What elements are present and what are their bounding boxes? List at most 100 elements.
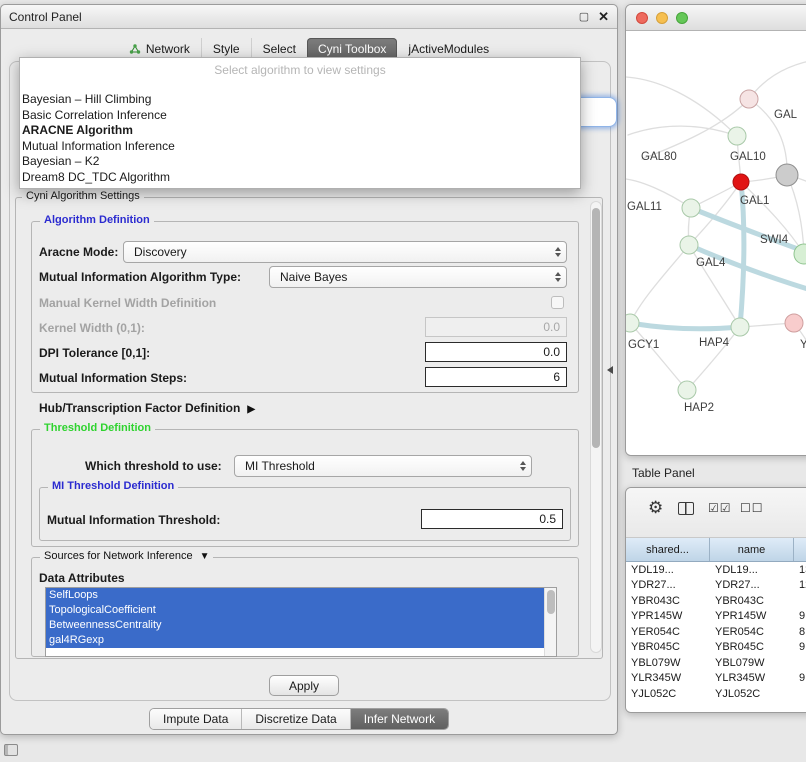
data-attribute-item[interactable]: SelfLoops [46, 588, 544, 603]
minimize-window-icon[interactable] [656, 12, 668, 24]
network-edge[interactable] [626, 77, 737, 136]
node-label: GAL11 [627, 201, 662, 213]
dpi-tolerance-field[interactable]: 0.0 [425, 342, 567, 362]
manual-kernel-width-label: Manual Kernel Width Definition [39, 296, 216, 310]
algorithm-option[interactable]: Bayesian – K2 [20, 154, 580, 170]
data-attribute-item[interactable]: gal4RGexp [46, 633, 544, 648]
cyni-algorithm-settings-title: Cyni Algorithm Settings [22, 190, 144, 202]
algorithm-option[interactable]: Bayesian – Hill Climbing [20, 92, 580, 108]
zoom-window-icon[interactable] [676, 12, 688, 24]
sources-toggle[interactable]: Sources for Network Inference▼ [40, 550, 213, 562]
table-header: shared... name [626, 538, 806, 562]
network-node[interactable] [678, 381, 696, 399]
network-node[interactable] [680, 236, 698, 254]
settings-scrollbar[interactable] [590, 201, 602, 653]
column-header-shared-name[interactable]: shared... [626, 538, 710, 561]
algorithm-dropdown-items: Bayesian – Hill ClimbingBasic Correlatio… [20, 92, 580, 185]
attributes-list-scrollbar[interactable] [544, 588, 556, 656]
network-edge[interactable] [628, 126, 737, 136]
kernel-width-field: 0.0 [425, 317, 567, 337]
combo-arrows-icon [555, 247, 561, 257]
table-row[interactable]: YDL19...YDL19...13 [626, 562, 806, 578]
float-panel-icon[interactable]: ▢ [579, 10, 589, 23]
network-node[interactable] [740, 90, 758, 108]
table-cell: YBL079W [710, 657, 794, 669]
close-window-icon[interactable] [636, 12, 648, 24]
node-label: GAL1 [740, 195, 769, 207]
network-node[interactable] [731, 318, 749, 336]
table-row[interactable]: YLR345WYLR345W9. [626, 671, 806, 687]
network-node[interactable] [785, 314, 803, 332]
node-label: GAL4 [696, 257, 725, 269]
aracne-mode-combobox[interactable]: Discovery [123, 241, 567, 263]
table-row[interactable]: YPR145WYPR145W9. [626, 609, 806, 625]
network-edge[interactable] [689, 245, 806, 296]
docked-window-icon[interactable] [4, 744, 18, 756]
attributes-scrollbar-thumb[interactable] [547, 590, 555, 614]
table-cell: YLR345W [626, 672, 710, 684]
settings-scrollbar-thumb[interactable] [592, 208, 600, 448]
table-cell: 8. [794, 626, 806, 638]
select-all-columns-icon[interactable]: ☑☑ [708, 501, 732, 515]
network-node[interactable] [626, 314, 639, 332]
data-attribute-item[interactable]: TopologicalCoefficient [46, 603, 544, 618]
tab-impute-data[interactable]: Impute Data [150, 709, 241, 729]
network-edge[interactable] [630, 323, 687, 390]
control-panel-title: Control Panel [9, 10, 82, 24]
hub-definition-toggle[interactable]: Hub/Transcription Factor Definition▶ [39, 401, 255, 415]
network-node[interactable] [682, 199, 700, 217]
table-row[interactable]: YER054CYER054C8. [626, 624, 806, 640]
network-edge[interactable] [749, 59, 806, 99]
table-cell: 9. [794, 641, 806, 653]
network-edge[interactable] [630, 323, 740, 329]
network-edge[interactable] [794, 323, 806, 391]
node-label: GCY1 [628, 339, 659, 351]
deselect-all-columns-icon[interactable]: ☐☐ [740, 501, 764, 515]
panel-splitter-arrow-icon[interactable] [607, 366, 613, 374]
network-tab-icon [129, 43, 141, 55]
table-row[interactable]: YBL079WYBL079W [626, 655, 806, 671]
algorithm-option[interactable]: ARACNE Algorithm [20, 123, 580, 139]
algorithm-option[interactable]: Dream8 DC_TDC Algorithm [20, 170, 580, 186]
table-cell: YPR145W [710, 610, 794, 622]
mi-algorithm-type-combobox[interactable]: Naive Bayes [269, 266, 567, 288]
network-canvas[interactable]: GALGAL80GAL10GAL11GAL1SWI4GAL4GCY1HAP4YH… [626, 31, 806, 455]
algorithm-dropdown-popup: Select algorithm to view settings Bayesi… [19, 57, 581, 189]
network-node[interactable] [728, 127, 746, 145]
table-row[interactable]: YBR043CYBR043C [626, 593, 806, 609]
table-cell: YPR145W [626, 610, 710, 622]
network-edge[interactable] [630, 245, 689, 323]
close-panel-icon[interactable]: ✕ [598, 9, 609, 25]
table-cell: YDL19... [710, 564, 794, 576]
mi-threshold-label: Mutual Information Threshold: [47, 513, 220, 527]
show-columns-icon[interactable] [678, 502, 694, 515]
which-threshold-combobox[interactable]: MI Threshold [234, 455, 532, 477]
tab-infer-network[interactable]: Infer Network [350, 709, 448, 729]
which-threshold-label: Which threshold to use: [85, 459, 222, 473]
control-panel-titlebar[interactable]: Control Panel ▢ ✕ [1, 5, 617, 29]
table-row[interactable]: YBR045CYBR045C9. [626, 640, 806, 656]
aracne-mode-value: Discovery [134, 245, 187, 259]
mi-steps-field[interactable]: 6 [425, 367, 567, 387]
table-row[interactable]: YJL052CYJL052C [626, 686, 806, 702]
column-header-extra[interactable] [794, 538, 806, 561]
data-attributes-list[interactable]: SelfLoopsTopologicalCoefficientBetweenne… [45, 587, 557, 657]
table-cell: YER054C [626, 626, 710, 638]
network-window-titlebar[interactable] [626, 5, 806, 31]
mi-threshold-field[interactable]: 0.5 [421, 509, 563, 529]
network-node[interactable] [776, 164, 798, 186]
network-node[interactable] [733, 174, 749, 190]
table-toolbar: ⚙ ☑☑ ☐☐ [626, 488, 806, 538]
table-cell: YBR045C [626, 641, 710, 653]
algorithm-option[interactable]: Mutual Information Inference [20, 139, 580, 155]
table-settings-gear-icon[interactable]: ⚙ [648, 498, 663, 518]
combo-arrows-icon [555, 272, 561, 282]
column-header-name[interactable]: name [710, 538, 794, 561]
tab-discretize-data[interactable]: Discretize Data [241, 709, 349, 729]
apply-button[interactable]: Apply [269, 675, 339, 696]
expand-right-icon: ▶ [247, 404, 255, 415]
table-row[interactable]: YDR27...YDR27...12 [626, 578, 806, 594]
data-attribute-item[interactable]: BetweennessCentrality [46, 618, 544, 633]
algorithm-option[interactable]: Basic Correlation Inference [20, 108, 580, 124]
manual-kernel-width-checkbox[interactable] [551, 296, 564, 309]
